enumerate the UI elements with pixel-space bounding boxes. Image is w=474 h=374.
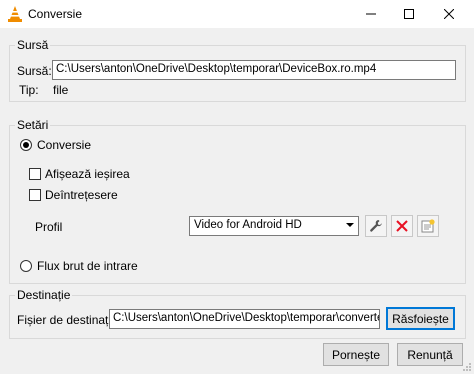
show-output-label[interactable]: Afișează ieșirea <box>45 167 130 181</box>
destination-group-label: Destinație <box>15 288 73 302</box>
delete-icon <box>396 220 408 232</box>
wrench-icon <box>370 220 382 232</box>
start-button[interactable]: Pornește <box>323 343 389 366</box>
profile-selected-value: Video for Android HD <box>194 219 302 231</box>
type-value: file <box>53 83 69 97</box>
raw-input-radio[interactable] <box>20 260 32 272</box>
profile-select[interactable]: Video for Android HD <box>189 216 359 236</box>
vlc-cone-icon <box>8 6 22 22</box>
edit-profile-button[interactable] <box>365 215 387 237</box>
window-title: Conversie <box>28 7 83 21</box>
source-group-label: Sursă <box>15 38 51 52</box>
new-profile-button[interactable] <box>417 215 439 237</box>
resize-grip-icon[interactable] <box>462 362 472 372</box>
close-icon <box>444 9 454 19</box>
radio-selected-dot <box>23 142 29 148</box>
cancel-button[interactable]: Renunță <box>397 343 463 366</box>
title-bar[interactable]: Conversie <box>0 0 474 28</box>
settings-group-label: Setări <box>15 118 51 132</box>
source-path-input[interactable]: C:\Users\anton\OneDrive\Desktop\temporar… <box>52 60 456 80</box>
destination-file-label: Fișier de destinație: <box>17 313 122 327</box>
deinterlace-checkbox[interactable] <box>29 189 41 201</box>
destination-path-input[interactable]: C:\Users\anton\OneDrive\Desktop\temporar… <box>109 309 380 329</box>
type-label: Tip: <box>19 83 39 97</box>
maximize-button[interactable] <box>392 0 426 28</box>
delete-profile-button[interactable] <box>391 215 413 237</box>
convert-radio[interactable] <box>20 139 32 151</box>
convert-radio-label[interactable]: Conversie <box>37 138 91 152</box>
show-output-checkbox[interactable] <box>29 168 41 180</box>
browse-button[interactable]: Răsfoiește <box>386 307 455 330</box>
minimize-icon <box>366 13 376 15</box>
source-label: Sursă: <box>17 64 52 78</box>
raw-input-radio-label[interactable]: Flux brut de intrare <box>37 259 138 273</box>
deinterlace-label[interactable]: Deîntrețesere <box>45 188 118 202</box>
maximize-icon <box>404 9 414 19</box>
minimize-button[interactable] <box>354 0 388 28</box>
convert-dialog: Conversie Sursă Sursă: C:\Users\anton\On… <box>0 0 474 374</box>
profile-label: Profil <box>35 220 63 234</box>
new-profile-icon <box>421 219 435 233</box>
close-button[interactable] <box>432 0 466 28</box>
chevron-down-icon <box>346 223 354 227</box>
